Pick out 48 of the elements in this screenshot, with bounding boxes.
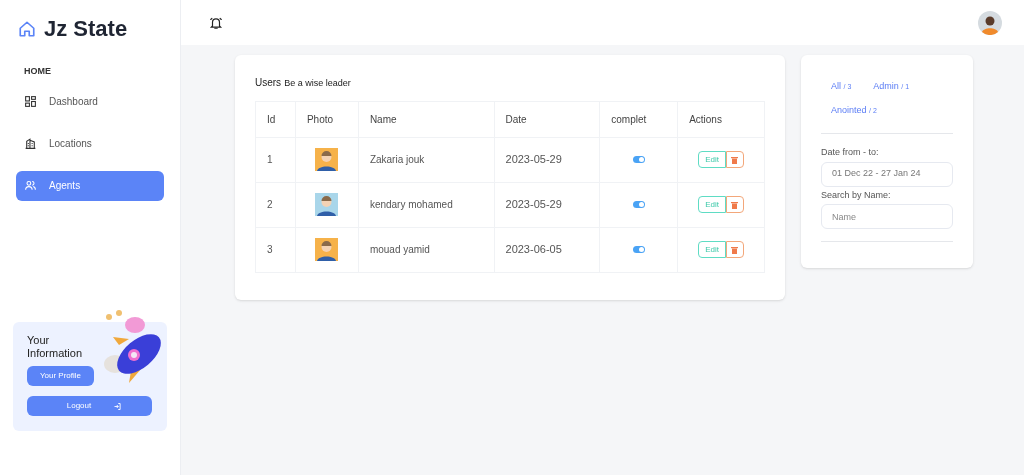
date-range-field[interactable]: 01 Dec 22 - 27 Jan 24: [821, 161, 953, 187]
nav-item[interactable]: Locations: [16, 128, 164, 159]
column-header: Name: [369, 113, 397, 125]
users-icon: [24, 179, 37, 192]
field-label: Date from - to:: [821, 146, 880, 159]
home-icon: [18, 19, 36, 38]
delete-button[interactable]: [725, 241, 744, 258]
table-cell: kendary mohamed: [369, 199, 453, 210]
card-title: Users: [255, 76, 282, 90]
bell-icon[interactable]: [209, 15, 223, 30]
trash-icon: [731, 200, 739, 209]
grid-icon: [24, 95, 37, 108]
app-logo-title: Jz State: [44, 15, 128, 43]
table-cell: Zakaria jouk: [369, 154, 425, 165]
trash-icon: [731, 155, 739, 164]
field-label: Search by Name:: [821, 188, 892, 202]
building-icon: [24, 137, 37, 150]
trash-icon: [731, 245, 739, 254]
section-heading: HOME: [24, 65, 51, 78]
column-header: complet: [611, 113, 647, 125]
logout-icon: [113, 401, 123, 411]
card-subtitle: Be a wise leader: [284, 77, 351, 90]
user-avatar[interactable]: [978, 10, 1002, 35]
table-cell: 2023-05-29: [505, 153, 562, 166]
table-cell: 2023-06-05: [505, 243, 562, 256]
column-header: Date: [505, 113, 527, 125]
toggle-switch[interactable]: [632, 156, 645, 163]
column-header: Id: [267, 113, 276, 125]
logout-button[interactable]: Logout: [27, 396, 152, 416]
profile-button[interactable]: Your Profile: [27, 366, 94, 386]
delete-button[interactable]: [725, 196, 744, 213]
edit-button[interactable]: Edit: [698, 151, 726, 168]
table-cell: 3: [267, 244, 273, 255]
nav-item[interactable]: Agents: [16, 170, 164, 201]
column-header: Actions: [689, 113, 722, 125]
toggle-switch[interactable]: [632, 201, 645, 208]
nav-item[interactable]: Dashboard: [16, 86, 164, 117]
table-cell: 2023-05-29: [505, 198, 562, 211]
info-title: Your Information: [27, 334, 84, 360]
edit-button[interactable]: Edit: [698, 196, 726, 213]
column-header: Photo: [306, 113, 334, 125]
table-cell: 2: [267, 199, 273, 210]
edit-button[interactable]: Edit: [698, 241, 726, 258]
table-cell: 1: [267, 154, 273, 165]
delete-button[interactable]: [725, 151, 744, 168]
table-cell: mouad yamid: [369, 244, 430, 255]
toggle-switch[interactable]: [632, 246, 645, 253]
name-search-field[interactable]: Name: [821, 204, 953, 229]
